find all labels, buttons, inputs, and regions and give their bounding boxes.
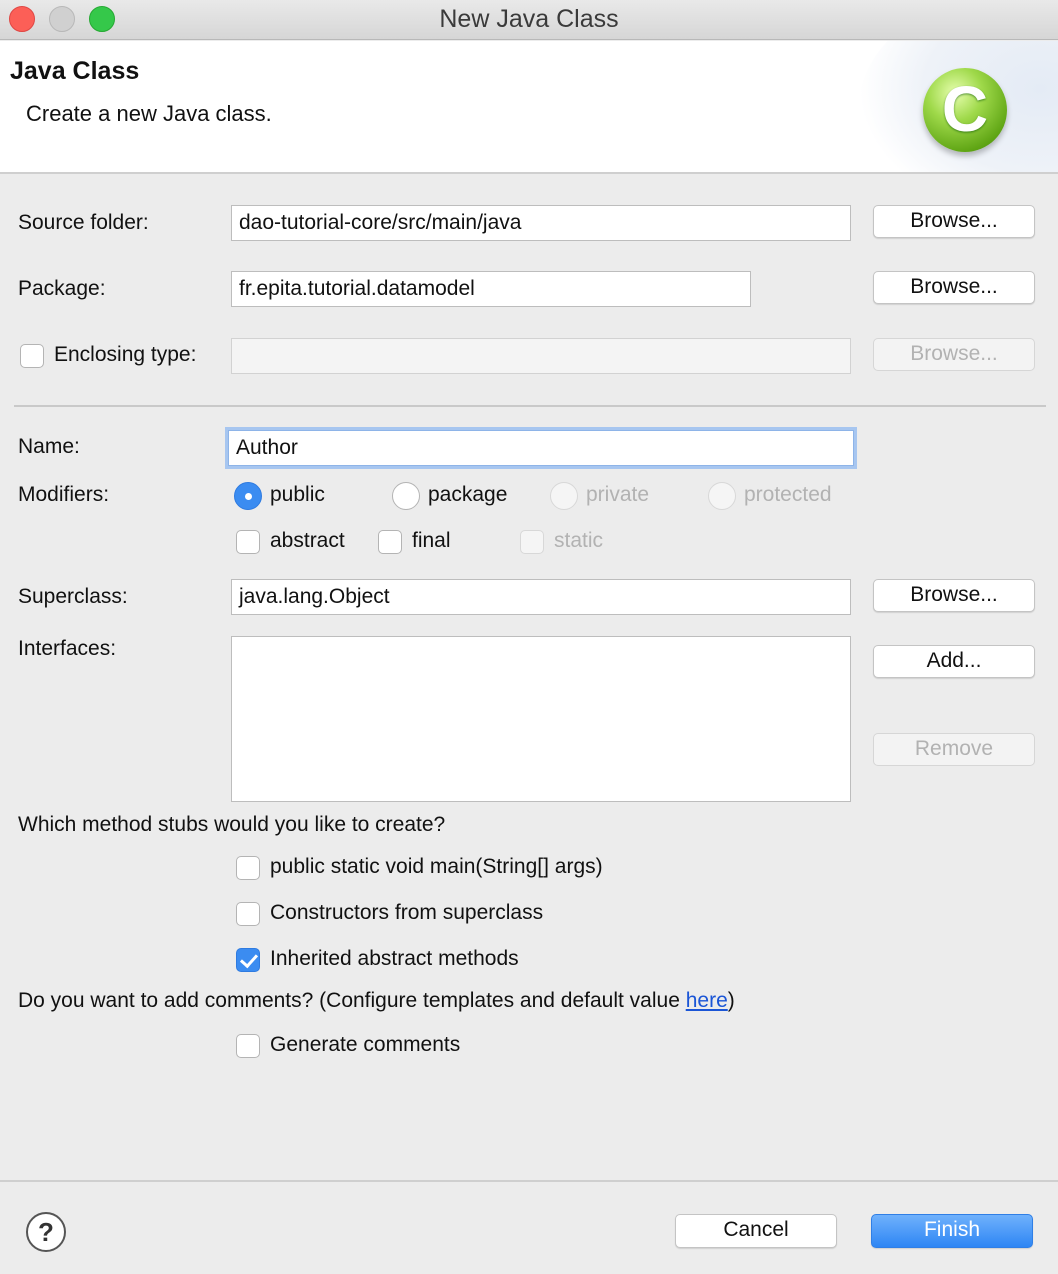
modifier-private-label: private	[586, 483, 650, 506]
modifiers-label: Modifiers:	[18, 483, 110, 506]
modifier-package-radio[interactable]	[392, 482, 420, 510]
stub-constructors-label: Constructors from superclass	[270, 901, 544, 924]
source-folder-label: Source folder:	[18, 211, 149, 234]
modifier-static-checkbox[interactable]	[520, 530, 544, 554]
window-title: New Java Class	[439, 5, 619, 33]
enclosing-type-checkbox[interactable]	[20, 344, 44, 368]
stub-inherited-abstract-checkbox[interactable]	[236, 948, 260, 972]
stub-main-checkbox[interactable]	[236, 856, 260, 880]
enclosing-type-input[interactable]	[231, 338, 851, 374]
wizard-header: Java Class Create a new Java class. C	[0, 41, 1058, 173]
java-class-icon: C	[923, 68, 1007, 152]
modifier-protected-radio[interactable]	[708, 482, 736, 510]
interfaces-remove-button[interactable]: Remove	[873, 733, 1035, 766]
enclosing-type-label: Enclosing type:	[54, 343, 197, 366]
modifier-abstract-label: abstract	[270, 529, 345, 552]
modifier-static-label: static	[554, 529, 604, 552]
modifier-package-label: package	[428, 483, 508, 506]
generate-comments-label: Generate comments	[270, 1033, 461, 1056]
stub-constructors-checkbox[interactable]	[236, 902, 260, 926]
wizard-title: Java Class	[10, 57, 140, 85]
modifier-abstract-checkbox[interactable]	[236, 530, 260, 554]
generate-comments-checkbox[interactable]	[236, 1034, 260, 1058]
superclass-browse-button[interactable]: Browse...	[873, 579, 1035, 612]
modifier-public-radio[interactable]	[234, 482, 262, 510]
interfaces-label: Interfaces:	[18, 637, 117, 660]
modifier-protected-label: protected	[744, 483, 832, 506]
enclosing-type-browse-button[interactable]: Browse...	[873, 338, 1035, 371]
header-divider	[0, 172, 1058, 174]
name-label: Name:	[18, 435, 80, 458]
finish-button[interactable]: Finish	[871, 1214, 1033, 1248]
modifier-public-label: public	[270, 483, 325, 506]
configure-templates-link[interactable]: here	[686, 989, 728, 1012]
section-separator	[14, 405, 1046, 407]
wizard-description: Create a new Java class.	[26, 101, 272, 126]
help-icon[interactable]: ?	[26, 1212, 66, 1252]
stub-inherited-abstract-label: Inherited abstract methods	[270, 947, 519, 970]
cancel-button[interactable]: Cancel	[675, 1214, 837, 1248]
package-browse-button[interactable]: Browse...	[873, 271, 1035, 304]
comments-question: Do you want to add comments? (Configure …	[18, 989, 735, 1013]
method-stubs-question: Which method stubs would you like to cre…	[18, 813, 446, 836]
comments-question-suffix: )	[727, 989, 735, 1012]
superclass-label: Superclass:	[18, 585, 128, 608]
modifier-private-radio[interactable]	[550, 482, 578, 510]
comments-question-text: Do you want to add comments? (Configure …	[18, 989, 686, 1012]
source-folder-input[interactable]: dao-tutorial-core/src/main/java	[231, 205, 851, 241]
stub-main-label: public static void main(String[] args)	[270, 855, 603, 878]
modifier-final-checkbox[interactable]	[378, 530, 402, 554]
package-label: Package:	[18, 277, 106, 300]
name-input[interactable]: Author	[228, 430, 854, 466]
source-folder-browse-button[interactable]: Browse...	[873, 205, 1035, 238]
modifier-final-label: final	[412, 529, 451, 552]
superclass-input[interactable]: java.lang.Object	[231, 579, 851, 615]
title-bar: New Java Class	[0, 0, 1058, 40]
interfaces-add-button[interactable]: Add...	[873, 645, 1035, 678]
interfaces-list[interactable]	[231, 636, 851, 802]
package-input[interactable]: fr.epita.tutorial.datamodel	[231, 271, 751, 307]
footer-separator	[0, 1180, 1058, 1182]
